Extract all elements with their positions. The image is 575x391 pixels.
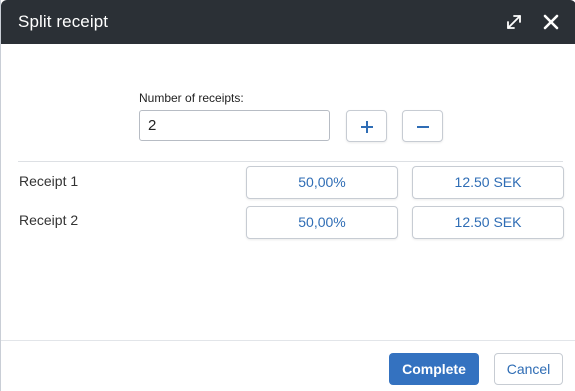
- decrement-button[interactable]: [402, 110, 443, 142]
- receipt-label: Receipt 1: [19, 173, 79, 189]
- receipts-count-input[interactable]: [139, 110, 330, 141]
- receipt-percent-button[interactable]: 50,00%: [246, 166, 398, 199]
- expand-button[interactable]: [503, 11, 525, 33]
- plus-icon: [361, 121, 373, 133]
- close-button[interactable]: [540, 11, 562, 33]
- cancel-button[interactable]: Cancel: [494, 353, 563, 385]
- footer-divider: [1, 340, 575, 341]
- dialog-titlebar: Split receipt: [1, 0, 575, 44]
- split-receipt-dialog: Split receipt Number of receipts: 2 Rece…: [0, 0, 575, 391]
- receipt-amount-button[interactable]: 12.50 SEK: [412, 166, 564, 199]
- section-divider: [18, 161, 563, 162]
- receipts-count-label: Number of receipts:: [139, 91, 244, 105]
- receipt-amount-button[interactable]: 12.50 SEK: [412, 206, 564, 239]
- dialog-title: Split receipt: [18, 12, 109, 31]
- receipt-percent-button[interactable]: 50,00%: [246, 206, 398, 239]
- increment-button[interactable]: [346, 110, 387, 142]
- expand-icon: [507, 15, 521, 29]
- minus-icon: [417, 126, 429, 128]
- complete-button[interactable]: Complete: [389, 353, 479, 385]
- receipt-label: Receipt 2: [19, 212, 79, 228]
- close-icon: [543, 14, 559, 30]
